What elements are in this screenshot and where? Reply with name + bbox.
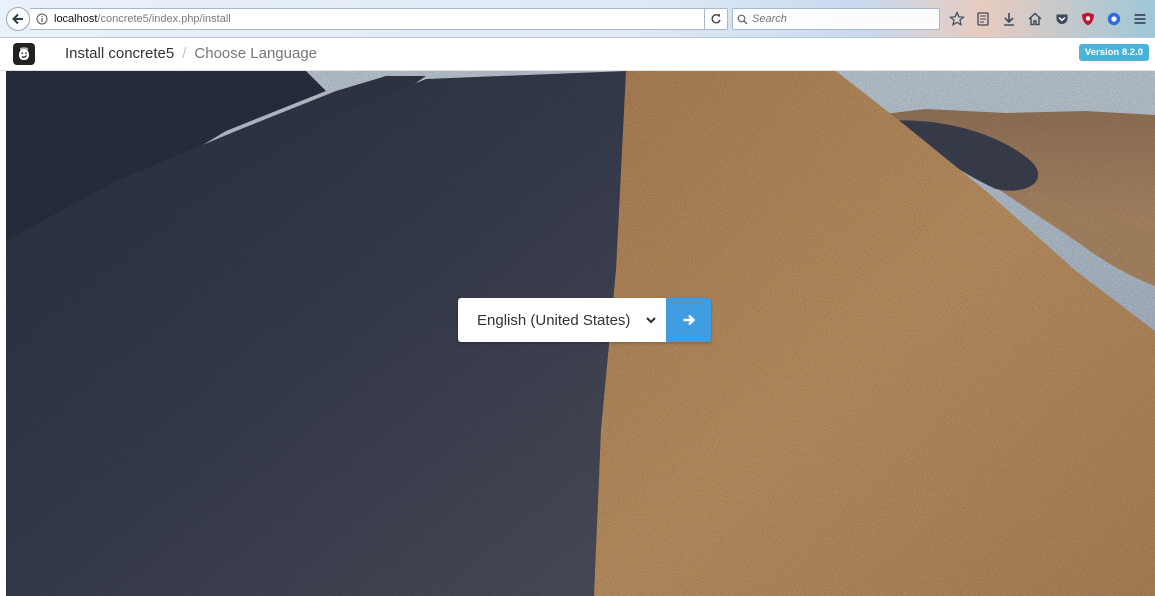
reading-list-icon[interactable] [974, 10, 992, 28]
breadcrumb: Install concrete5 / Choose Language [65, 45, 317, 62]
continue-button[interactable] [666, 298, 711, 342]
app-title: Install concrete5 [65, 45, 175, 62]
reload-icon [711, 13, 721, 24]
reload-button[interactable] [704, 8, 728, 30]
arrow-right-icon [683, 314, 695, 326]
search-input[interactable]: Search [732, 8, 940, 30]
extension-icon[interactable] [1105, 10, 1123, 28]
url-host: localhost [54, 13, 98, 25]
star-icon[interactable] [948, 10, 966, 28]
address-bar[interactable]: localhost/concrete5/index.php/install [30, 8, 724, 30]
toolbar-icons [948, 9, 1153, 29]
step-title: Choose Language [194, 45, 318, 62]
back-arrow-icon [12, 13, 23, 25]
search-icon [737, 14, 748, 24]
search-placeholder: Search [752, 13, 787, 25]
chevron-down-icon [646, 317, 656, 324]
info-icon[interactable] [36, 13, 48, 25]
menu-icon[interactable] [1131, 10, 1149, 28]
language-select[interactable]: English (United States) [458, 298, 666, 342]
breadcrumb-separator: / [182, 45, 187, 62]
concrete5-logo-icon[interactable] [13, 43, 35, 65]
url-path: /concrete5/index.php/install [97, 13, 231, 25]
ublock-icon[interactable] [1079, 10, 1097, 28]
pocket-icon[interactable] [1053, 10, 1071, 28]
language-select-value: English (United States) [477, 311, 631, 329]
browser-toolbar: localhost/concrete5/index.php/install Se… [0, 0, 1155, 38]
download-icon[interactable] [1000, 10, 1018, 28]
version-badge: Version 8.2.0 [1078, 44, 1149, 61]
install-header: Install concrete5 / Choose Language Vers… [0, 38, 1155, 71]
home-icon[interactable] [1026, 10, 1044, 28]
language-form: English (United States) [458, 298, 711, 342]
back-button[interactable] [6, 7, 30, 31]
